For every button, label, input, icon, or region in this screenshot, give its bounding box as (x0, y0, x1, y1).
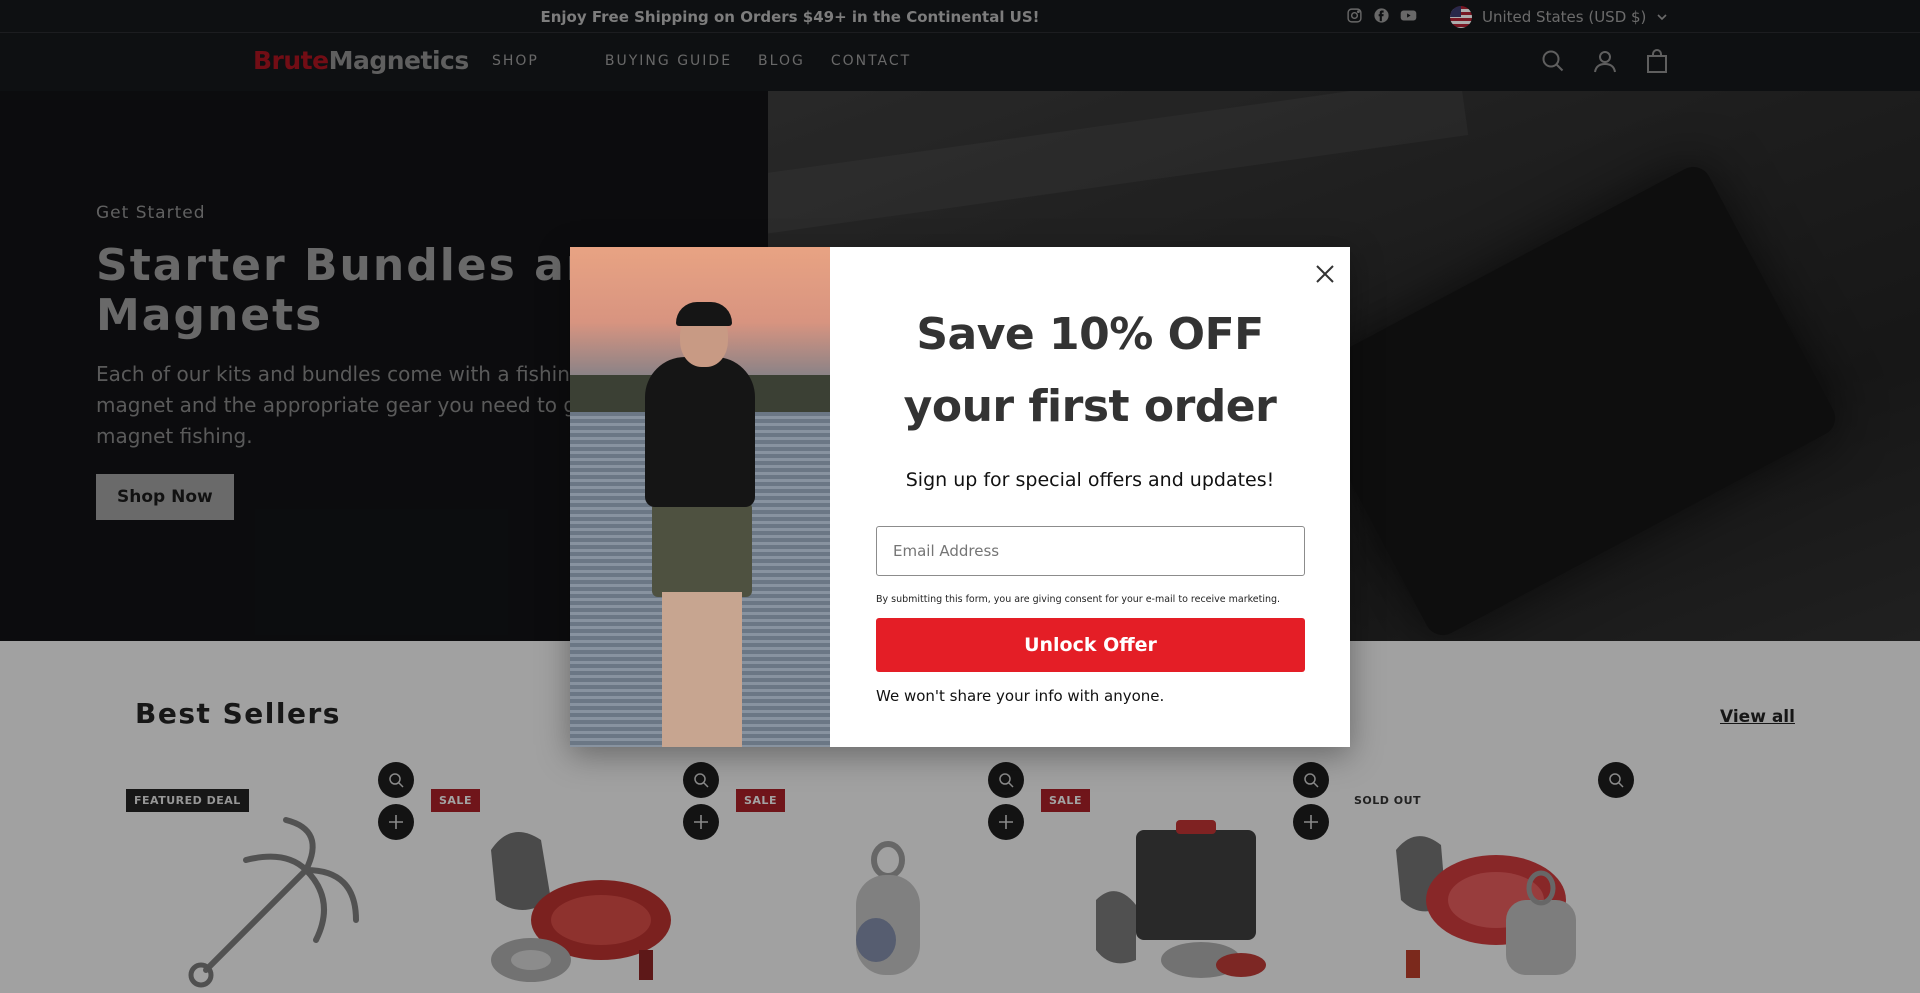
modal-subheading: Sign up for special offers and updates! (905, 469, 1275, 491)
privacy-note: We won't share your info with anyone. (876, 687, 1165, 705)
angler-photo (570, 247, 830, 747)
signup-modal: Save 10% OFF your first order Sign up fo… (570, 247, 1350, 747)
modal-heading: Save 10% OFF your first order (903, 309, 1277, 432)
close-icon[interactable] (1312, 261, 1338, 287)
email-field[interactable] (876, 526, 1305, 576)
consent-text: By submitting this form, you are giving … (876, 594, 1281, 605)
unlock-offer-button[interactable]: Unlock Offer (876, 618, 1305, 672)
